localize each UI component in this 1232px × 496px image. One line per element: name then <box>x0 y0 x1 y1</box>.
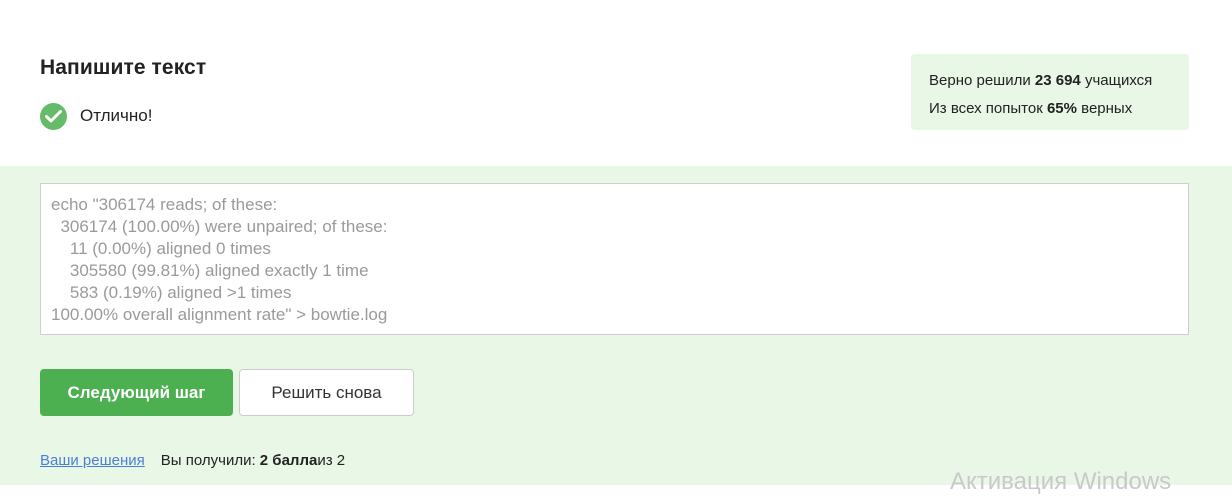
score-value: 2 балла <box>259 452 318 469</box>
next-step-button[interactable]: Следующий шаг <box>40 369 233 416</box>
task-title: Напишите текст <box>40 56 207 79</box>
windows-activation-watermark: Активация Windows <box>950 468 1172 495</box>
status-text: Отлично! <box>80 106 153 125</box>
stats-solved: Верно решили 23 694 учащихся <box>929 72 1153 89</box>
stats-box: Верно решили 23 694 учащихся Из всех поп… <box>911 54 1189 130</box>
your-solutions-link[interactable]: Ваши решения <box>40 452 145 469</box>
task-header: Напишите текст Отлично! Верно решили 23 … <box>0 0 1232 166</box>
footer: Ваши решения Вы получили: 2 балла из 2 <box>40 452 345 469</box>
score-prefix: Вы получили: <box>160 452 256 469</box>
answer-textarea[interactable]: echo "306174 reads; of these: 306174 (10… <box>40 183 1189 335</box>
check-icon <box>40 102 67 130</box>
correct-percent: 65% <box>1046 100 1077 117</box>
retry-button[interactable]: Решить снова <box>239 369 414 416</box>
score-suffix: из 2 <box>317 452 346 469</box>
solved-count: 23 694 <box>1034 72 1081 89</box>
stats-percent: Из всех попыток 65% верных <box>929 100 1133 117</box>
status-row: Отлично! <box>40 102 152 130</box>
